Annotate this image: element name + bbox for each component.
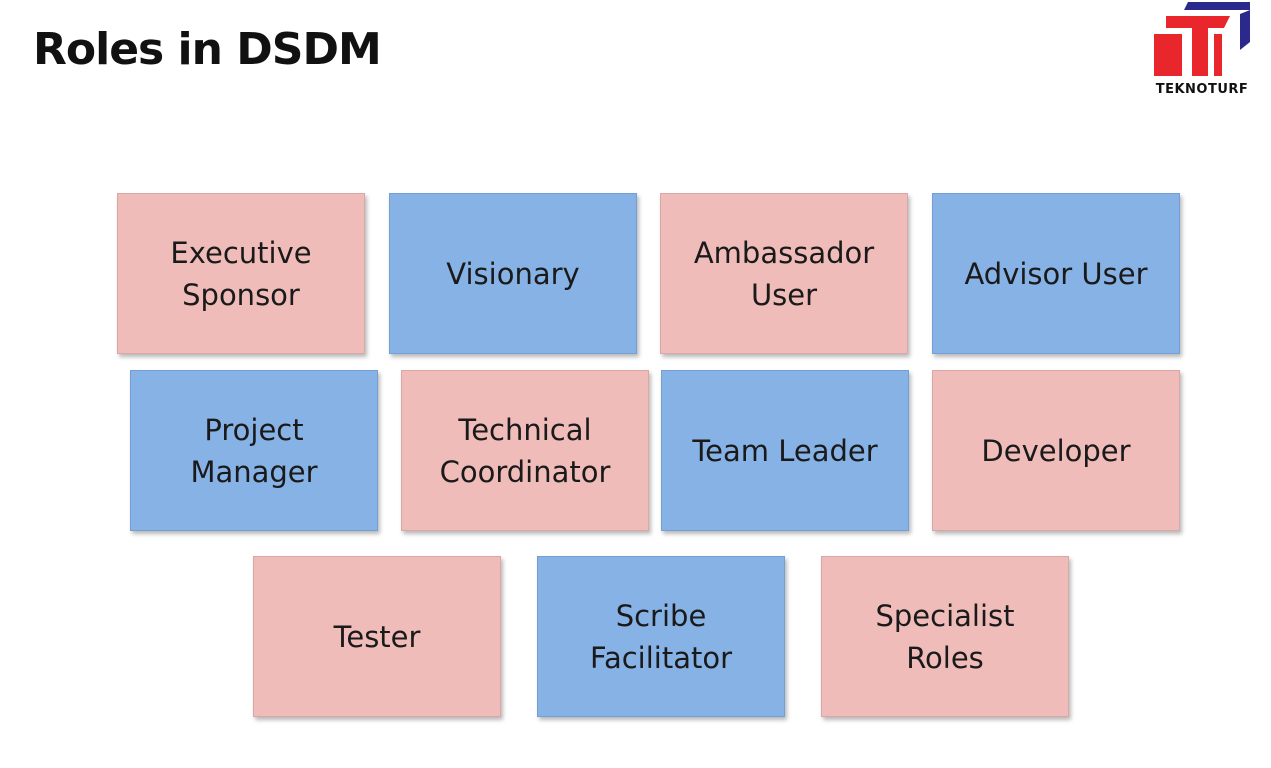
slide-title: Roles in DSDM [33, 24, 382, 75]
role-box-advisor-user: Advisor User [932, 193, 1180, 354]
role-box-scribe-facilitator: Scribe Facilitator [537, 556, 785, 717]
role-label: Team Leader [692, 433, 878, 468]
role-box-technical-coordinator: Technical Coordinator [401, 370, 649, 531]
logo-wordmark: TEKNOTURF [1155, 82, 1249, 97]
role-label: Ambassador User [693, 235, 875, 312]
role-box-visionary: Visionary [389, 193, 637, 354]
role-label: Technical Coordinator [439, 412, 611, 489]
role-label: Specialist Roles [875, 598, 1015, 675]
role-box-developer: Developer [932, 370, 1180, 531]
role-label: Executive Sponsor [170, 235, 312, 312]
role-box-project-manager: Project Manager [130, 370, 378, 531]
role-box-team-leader: Team Leader [661, 370, 909, 531]
role-box-tester: Tester [253, 556, 501, 717]
role-box-ambassador-user: Ambassador User [660, 193, 908, 354]
role-label: Tester [333, 619, 421, 654]
role-box-executive-sponsor: Executive Sponsor [117, 193, 365, 354]
role-label: Scribe Facilitator [589, 598, 733, 675]
role-label: Advisor User [964, 256, 1148, 291]
role-label: Developer [981, 433, 1131, 468]
role-label: Project Manager [190, 412, 318, 489]
role-label: Visionary [446, 256, 580, 291]
role-box-specialist-roles: Specialist Roles [821, 556, 1069, 717]
